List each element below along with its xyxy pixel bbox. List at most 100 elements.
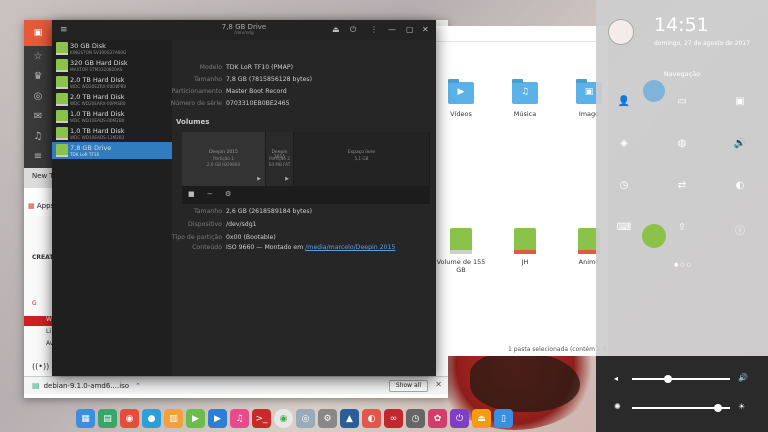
app-icon[interactable]: ● [142,409,161,428]
chevron-up-icon[interactable]: ⌃ [135,382,141,390]
minus-icon[interactable]: − [207,190,213,198]
play-icon[interactable]: ▶ [257,176,261,182]
clock-date: domingo, 27 de agosto de 2017 [654,40,750,47]
apps-bookmark[interactable]: ▦ Apps [28,202,54,210]
more-icon[interactable]: ≡ [24,146,52,166]
partition-block[interactable]: Deepin 2015 Partição 2 64 MB FAT ▶ [266,132,294,186]
folder-music[interactable]: ♫ Música [498,79,552,118]
page-item[interactable]: W [24,316,54,326]
screenshot-icon[interactable]: ◉ [120,409,139,428]
disk-item-selected[interactable]: 7,8 GB Drive TDK LoR TF10 [52,142,172,159]
eject-icon[interactable]: ⏏ [472,409,491,428]
settings-icon[interactable]: ⚙ [318,409,337,428]
app-icon[interactable]: ▥ [164,409,183,428]
folder-videos[interactable]: ▶ Vídeos [434,79,488,118]
app-logo[interactable]: ▣ [24,20,52,46]
eject-icon[interactable]: ⏏ [332,25,340,34]
more-icon[interactable]: ⋮ [370,25,378,34]
disk-model: WDC WD10EADS-00M2B0 [70,118,125,123]
app-icon[interactable]: ▲ [340,409,359,428]
close-icon[interactable]: ✕ [435,380,442,389]
upload-icon[interactable]: ⇧ [654,222,710,238]
disk-item[interactable]: 1,0 TB Hard Disk WDC WD10EADS-11M2B2 [52,125,172,142]
disk-icon [56,110,68,123]
disk-utility-icon[interactable]: ◷ [406,409,425,428]
power-icon[interactable]: ⏻ [450,409,469,428]
personalize-icon[interactable]: ◈ [596,138,652,154]
mount-point-link[interactable]: /media/marcelo/Deepin 2015 [305,244,395,251]
app-icon[interactable]: ◎ [296,409,315,428]
partition-size: 64 MB FAT [268,162,291,167]
close-icon[interactable]: ✕ [422,25,429,34]
minimize-icon[interactable]: — [388,25,396,34]
power-icon[interactable]: ⏻ [350,25,356,35]
volume-map: Deepin 2015 Partição 1 2,6 GB ISO9660 ▶ … [182,132,430,204]
trash-icon[interactable]: ▯ [494,409,513,428]
time-icon[interactable]: ◷ [596,180,652,196]
partition-block[interactable]: Deepin 2015 Partição 1 2,6 GB ISO9660 ▶ [182,132,266,186]
show-all-button[interactable]: Show all [388,380,428,392]
disk-icon [56,93,68,106]
drive-jh[interactable]: JH [498,228,552,266]
music-player-icon[interactable]: ♫ [230,409,249,428]
free-space-block[interactable]: Espaço livre 5,1 GB [294,132,430,186]
partition-name: Deepin 2015 [209,150,238,155]
tab-new-tab[interactable]: New T [32,172,54,180]
volume-slider[interactable] [632,378,730,380]
property-row: Tamanho 7,8 GB (7815856128 bytes) [172,76,436,86]
disk-model: WDC WD20EZRX-00D8PB0 [70,84,127,89]
palette-icon[interactable]: ◎ [24,86,52,106]
crown-icon[interactable]: ♛ [24,66,52,86]
info-icon[interactable]: ⓘ [712,222,768,238]
disk-details: Modelo TDK LoR TF10 (PMAP) Tamanho 7,8 G… [171,40,436,376]
chat-icon[interactable]: ✉ [24,106,52,126]
app-icon[interactable]: ◐ [362,409,381,428]
page-indicator[interactable]: ●○○ [674,262,693,268]
maximize-icon[interactable]: ▢ [406,25,414,34]
brightness-low-icon: ✺ [614,402,621,411]
app-icon[interactable]: ∞ [384,409,403,428]
property-row: Tamanho 2,6 GB (2618589184 bytes) [172,208,436,218]
disk-utility-window: ≡ 7,8 GB Drive /dev/sdg ⏏ ⏻ ⋮ — ▢ ✕ 30 G… [52,20,436,376]
download-item[interactable]: debian-9.1.0-amd6....iso [44,382,130,390]
page-item[interactable]: G [32,300,37,307]
disk-model: TDK LoR TF10 [70,152,100,157]
property-key: Tamanho [194,208,222,215]
file-manager-icon[interactable]: ▤ [98,409,117,428]
disk-item[interactable]: 2,0 TB Hard Disk WDC WD20EZRX-00D8PB0 [52,74,172,91]
calendar-icon[interactable]: ▣ [712,96,768,112]
music-icon[interactable]: ♫ [24,126,52,146]
settings-icon[interactable]: ⚙ [225,190,231,198]
mouse-icon[interactable]: ◐ [712,180,768,196]
terminal-icon[interactable]: >_ [252,409,271,428]
disk-item[interactable]: 1,0 TB Hard Disk WDC WD10EADS-00M2B0 [52,108,172,125]
stop-icon[interactable]: ■ [188,190,195,198]
globe-icon[interactable]: ◍ [654,138,710,154]
property-value: 0x00 (Bootable) [226,234,276,241]
play-icon[interactable]: ▶ [285,176,289,182]
sound-icon[interactable]: 🔊 [712,138,768,154]
video-player-icon[interactable]: ▶ [208,409,227,428]
property-key: Tipo de partição [171,234,222,241]
disk-item[interactable]: 30 GB Disk KINGSTON SV300S37A60G [52,40,172,57]
chrome-icon[interactable]: ◉ [274,409,293,428]
page-item[interactable]: Li [46,328,51,335]
drive-volume-155[interactable]: Volume de 155 GB [434,228,488,274]
property-row: Particionamento Master Boot Record [171,88,436,98]
launcher-icon[interactable]: ▦ [76,409,95,428]
clock-time: 14:51 [654,14,709,36]
disk-item[interactable]: 320 GB Hard Disk MAXTOR STM3320820AS [52,57,172,74]
brightness-slider-knob[interactable] [714,404,723,412]
avatar[interactable] [608,19,634,45]
disk-item[interactable]: 2,0 TB Hard Disk WDC WD20EARX-00PASB0 [52,91,172,108]
display-icon[interactable]: ▭ [654,96,710,112]
volume-slider-knob[interactable] [664,375,673,383]
volume-toolbar: ■ − ⚙ [188,190,241,198]
apps-grid-icon: ▦ [28,202,35,210]
app-icon[interactable]: ✿ [428,409,447,428]
star-icon[interactable]: ☆ [24,46,52,66]
partition-number: Partição 2 [269,156,290,161]
drive-icon [450,228,472,254]
power-settings-icon[interactable]: ⇄ [654,180,710,196]
app-icon[interactable]: ▶ [186,409,205,428]
